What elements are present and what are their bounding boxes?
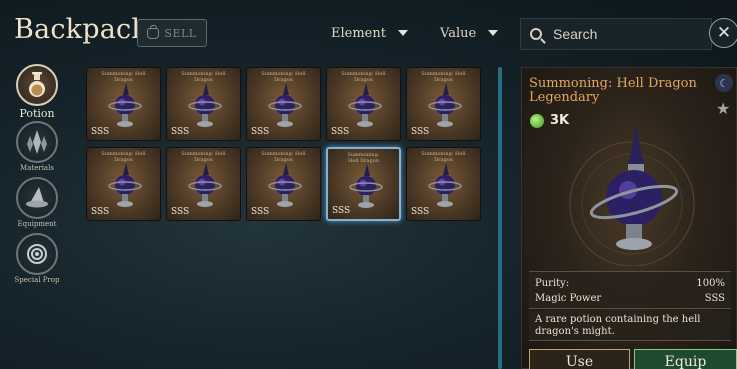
potion-icon [428, 83, 462, 127]
category-label: Potion [19, 107, 55, 120]
item-grid: Summoning: Hell Dragon SSS Summoning: Hell… [86, 67, 486, 227]
item-slot-name: Summoning: Hell Dragon [181, 151, 226, 163]
item-slot[interactable]: Summoning: Hell Dragon SSS [326, 147, 401, 221]
moon-element-icon: ☾ [715, 74, 733, 92]
category-special-prop[interactable]: Special Prop [12, 233, 62, 284]
item-slot[interactable]: Summoning: Hell Dragon SSS [166, 147, 241, 221]
potion-icon [268, 83, 302, 127]
item-slot-name: Summoning: Hell Dragon [101, 151, 146, 163]
sell-button[interactable]: SELL [137, 19, 207, 47]
item-slot-rank: SSS [171, 127, 190, 137]
item-description: A rare potion containing the hell dragon… [529, 311, 731, 341]
category-equipment[interactable]: Equipment [12, 177, 62, 228]
item-slot-rank: SSS [171, 207, 190, 217]
item-slot[interactable]: Summoning: Hell Dragon SSS [246, 147, 321, 221]
item-slot-rank: SSS [332, 206, 351, 216]
page-title: Backpack [14, 14, 148, 45]
item-slot-name: Summoning: Hell Dragon [181, 71, 226, 83]
close-icon: ✕ [716, 23, 732, 43]
element-filter-label: Element [331, 25, 386, 41]
item-slot-rank: SSS [251, 127, 270, 137]
value-filter-dropdown[interactable]: Value [440, 22, 499, 44]
item-slot[interactable]: Summoning: Hell Dragon SSS [406, 147, 481, 221]
category-label: Materials [20, 164, 54, 172]
item-slot-name: Summoning: Hell Dragon [261, 151, 306, 163]
item-slot[interactable]: Summoning: Hell Dragon SSS [406, 67, 481, 141]
sell-label: SELL [164, 26, 197, 40]
potion-icon [348, 83, 382, 127]
search-input[interactable] [553, 26, 703, 42]
potion-icon [349, 164, 383, 208]
item-slot-rank: SSS [251, 207, 270, 217]
potion-icon [108, 83, 142, 127]
item-detail-panel: Summoning: Hell Dragon Legendary ☾ ★ 3K … [521, 67, 737, 369]
gem-currency-icon [530, 113, 544, 128]
top-bar: Backpack SELL Element Value ✕ [0, 0, 737, 62]
item-slot-rank: SSS [411, 127, 430, 137]
spiral-orb-icon [16, 233, 58, 275]
item-slot-name: Summoning: Hell Dragon [421, 151, 466, 163]
stat-label: Purity: [535, 278, 570, 289]
search-icon [530, 28, 542, 40]
item-slot-rank: SSS [91, 207, 110, 217]
chevron-down-icon [488, 30, 499, 36]
chevron-down-icon [397, 30, 408, 36]
stat-magic-power: Magic Power SSS [535, 291, 725, 306]
use-button[interactable]: Use [529, 349, 630, 369]
potion-artwork [569, 126, 695, 266]
item-slot[interactable]: Summoning: Hell Dragon SSS [166, 67, 241, 141]
stat-label: Magic Power [535, 293, 602, 304]
potion-icon [108, 163, 142, 207]
item-slot-name: Summoning: Hell Dragon [261, 71, 306, 83]
potion-flask-icon [16, 64, 58, 106]
stat-value: 100% [696, 278, 725, 289]
crystal-icon [16, 121, 58, 163]
bag-icon [147, 24, 160, 39]
wizard-hat-icon [16, 177, 58, 219]
item-stats: Purity: 100% Magic Power SSS [529, 271, 731, 309]
favorite-star-icon[interactable]: ★ [716, 99, 730, 118]
category-materials[interactable]: Materials [12, 121, 62, 172]
scrollbar[interactable] [498, 67, 502, 369]
search-box[interactable] [520, 18, 712, 50]
element-filter-dropdown[interactable]: Element [331, 22, 408, 44]
value-filter-label: Value [440, 25, 477, 41]
equip-button[interactable]: Equip [634, 349, 737, 369]
item-slot-name: Summoning: Hell Dragon [421, 71, 466, 83]
item-slot-name: Summoning: Hell Dragon [347, 152, 380, 164]
category-potion[interactable]: Potion [12, 64, 62, 120]
potion-icon [268, 163, 302, 207]
category-label: Special Prop [14, 276, 60, 284]
item-slot[interactable]: Summoning: Hell Dragon SSS [86, 67, 161, 141]
stat-purity: Purity: 100% [535, 276, 725, 291]
stat-value: SSS [704, 293, 725, 304]
item-slot[interactable]: Summoning: Hell Dragon SSS [246, 67, 321, 141]
item-slot-name: Summoning: Hell Dragon [341, 71, 386, 83]
item-slot[interactable]: Summoning: Hell Dragon SSS [86, 147, 161, 221]
potion-icon [428, 163, 462, 207]
item-slot-rank: SSS [91, 127, 110, 137]
category-label: Equipment [17, 220, 57, 228]
item-slot-rank: SSS [411, 207, 430, 217]
potion-icon [188, 163, 222, 207]
item-detail-name: Summoning: Hell Dragon Legendary [529, 76, 697, 105]
item-slot-rank: SSS [331, 127, 350, 137]
item-slot[interactable]: Summoning: Hell Dragon SSS [326, 67, 401, 141]
potion-icon [188, 83, 222, 127]
item-slot-name: Summoning: Hell Dragon [101, 71, 146, 83]
close-button[interactable]: ✕ [709, 18, 737, 48]
